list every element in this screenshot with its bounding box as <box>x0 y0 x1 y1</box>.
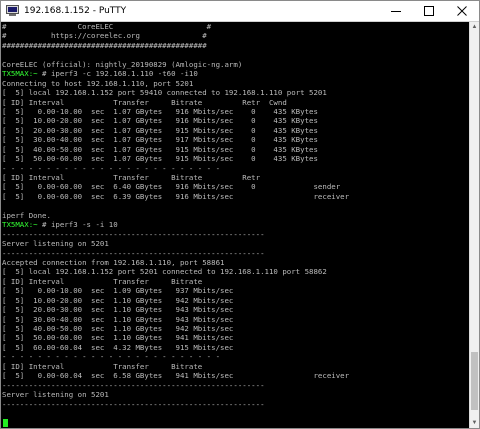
terminal-line-text: [ 5] 0.00-60.00 sec 6.40 GBytes 916 Mbit… <box>2 182 341 192</box>
terminal-line: [ ID] Interval Transfer Bitrate <box>2 362 349 371</box>
text-cursor <box>3 419 8 427</box>
terminal-line: ----------------------------------------… <box>2 230 349 239</box>
terminal-line: [ 5] 50.00-60.00 sec 1.10 GBytes 941 Mbi… <box>2 333 349 342</box>
terminal-line: [ 5] 0.00-60.00 sec 6.39 GBytes 916 Mbit… <box>2 192 349 201</box>
terminal-line: ----------------------------------------… <box>2 400 349 409</box>
scrollbar-thumb[interactable] <box>471 352 478 410</box>
terminal-line-text: Server listening on 5201 <box>2 239 109 249</box>
terminal-line-text: ########################################… <box>2 40 207 50</box>
terminal-line: Connecting to host 192.168.1.110, port 5… <box>2 79 349 88</box>
terminal-line: [ 5] 10.00-20.00 sec 1.10 GBytes 942 Mbi… <box>2 296 349 305</box>
terminal-line: ----------------------------------------… <box>2 381 349 390</box>
terminal-line-text: [ 5] 0.00-60.00 sec 6.39 GBytes 916 Mbit… <box>2 191 350 201</box>
terminal-line: - - - - - - - - - - - - - - - - - - - - … <box>2 164 349 173</box>
maximize-button[interactable] <box>414 1 444 21</box>
terminal-line-text: # CoreELEC # <box>2 22 212 31</box>
terminal-line: [ 5] local 192.168.1.152 port 59410 conn… <box>2 88 349 97</box>
window-title: 192.168.1.152 - PuTTY <box>24 6 127 16</box>
terminal-line: [ 5] 40.00-50.00 sec 1.07 GBytes 915 Mbi… <box>2 145 349 154</box>
terminal-line-text: - - - - - - - - - - - - - - - - - - - - … <box>2 352 221 362</box>
terminal-line-text: [ 5] 0.00-10.00 sec 1.07 GBytes 916 Mbit… <box>2 106 318 116</box>
terminal-line-text: ----------------------------------------… <box>2 399 265 409</box>
terminal-line-text: [ 5] 10.00-20.00 sec 1.10 GBytes 942 Mbi… <box>2 295 234 305</box>
terminal-line-text: Accepted connection from 192.168.1.110, … <box>2 257 225 267</box>
terminal-line-text: [ 5] local 192.168.1.152 port 5201 conne… <box>2 267 327 277</box>
terminal-line-text: # iperf3 -c 192.168.1.110 -t60 -i10 <box>37 69 198 79</box>
vertical-scrollbar[interactable]: ▲ ▼ <box>469 22 479 428</box>
putty-terminal-icon[interactable] <box>6 5 19 16</box>
close-icon <box>457 6 467 16</box>
terminal-line: [ 5] 40.00-50.00 sec 1.10 GBytes 942 Mbi… <box>2 324 349 333</box>
terminal-line-text: [ ID] Interval Transfer Bitrate Retr <box>2 173 261 182</box>
terminal-line: # https://coreelec.org # <box>2 31 349 40</box>
terminal-line-text: [ ID] Interval Transfer Bitrate Retr Cwn… <box>2 97 287 107</box>
minimize-button[interactable] <box>381 1 411 21</box>
terminal-line: [ 5] 20.00-30.00 sec 1.07 GBytes 915 Mbi… <box>2 126 349 135</box>
terminal-line: Accepted connection from 192.168.1.110, … <box>2 258 349 267</box>
terminal-line: [ 5] 30.00-40.00 sec 1.07 GBytes 917 Mbi… <box>2 135 349 144</box>
terminal-line-text: [ 5] 20.00-30.00 sec 1.10 GBytes 943 Mbi… <box>2 305 234 315</box>
terminal-line-text: # https://coreelec.org # <box>2 31 207 41</box>
terminal-line: [ 5] 10.00-20.00 sec 1.07 GBytes 916 Mbi… <box>2 116 349 125</box>
terminal-line-text: [ 5] local 192.168.1.152 port 59410 conn… <box>2 88 327 98</box>
title-bar[interactable]: 192.168.1.152 - PuTTY <box>1 1 479 22</box>
terminal-output[interactable]: # CoreELEC # # https://coreelec.org # ####… <box>1 22 469 428</box>
terminal-line: CoreELEC (official): nightly_20190829 (A… <box>2 60 349 69</box>
terminal-line-text: [ 5] 20.00-30.00 sec 1.07 GBytes 915 Mbi… <box>2 125 318 135</box>
terminal-line: # CoreELEC # <box>2 22 349 31</box>
terminal-line: [ 5] 0.00-10.00 sec 1.09 GBytes 937 Mbit… <box>2 286 349 295</box>
terminal-line: [ 5] 0.00-60.04 sec 6.58 GBytes 941 Mbit… <box>2 371 349 380</box>
shell-prompt: TX5MAX:~ <box>2 220 38 230</box>
terminal-line-text: [ ID] Interval Transfer Bitrate <box>2 361 203 371</box>
terminal-line-text: ----------------------------------------… <box>2 229 265 239</box>
close-button[interactable] <box>447 1 477 21</box>
terminal-line: - - - - - - - - - - - - - - - - - - - - … <box>2 352 349 361</box>
terminal-line-text: ----------------------------------------… <box>2 248 265 258</box>
terminal-line: [ ID] Interval Transfer Bitrate Retr Cwn… <box>2 98 349 107</box>
scroll-up-icon[interactable]: ▲ <box>470 22 479 32</box>
terminal-line: TX5MAX:~ # iperf3 -s -i 10 <box>2 220 349 229</box>
terminal-line-text: # iperf3 -s -i 10 <box>37 220 118 230</box>
terminal-line: [ 5] 50.00-60.00 sec 1.07 GBytes 915 Mbi… <box>2 154 349 163</box>
terminal-line-text: CoreELEC (official): nightly_20190829 (A… <box>2 59 243 69</box>
terminal-line: [ ID] Interval Transfer Bitrate Retr <box>2 173 349 182</box>
terminal-line: [ 5] 60.00-60.04 sec 4.32 MBytes 915 Mbi… <box>2 343 349 352</box>
terminal-line-text: [ 5] 40.00-50.00 sec 1.10 GBytes 942 Mbi… <box>2 324 234 333</box>
terminal-line-text: [ 5] 0.00-10.00 sec 1.09 GBytes 937 Mbit… <box>2 286 234 296</box>
terminal-line-text: [ 5] 50.00-60.00 sec 1.07 GBytes 915 Mbi… <box>2 154 318 164</box>
terminal-line: ----------------------------------------… <box>2 249 349 258</box>
terminal-line: [ 5] 0.00-10.00 sec 1.07 GBytes 916 Mbit… <box>2 107 349 116</box>
terminal-line-text: [ 5] 10.00-20.00 sec 1.07 GBytes 916 Mbi… <box>2 116 318 126</box>
scroll-down-icon[interactable]: ▼ <box>470 418 479 428</box>
terminal-line: [ ID] Interval Transfer Bitrate <box>2 277 349 286</box>
terminal-line: TX5MAX:~ # iperf3 -c 192.168.1.110 -t60 … <box>2 69 349 78</box>
minimize-icon <box>391 11 401 12</box>
terminal-line-text: [ 5] 50.00-60.00 sec 1.10 GBytes 941 Mbi… <box>2 333 234 343</box>
terminal-line: [ 5] 0.00-60.00 sec 6.40 GBytes 916 Mbit… <box>2 182 349 191</box>
terminal-line-text: [ 5] 30.00-40.00 sec 1.07 GBytes 917 Mbi… <box>2 135 318 145</box>
terminal-line: [ 5] local 192.168.1.152 port 5201 conne… <box>2 267 349 276</box>
terminal-line: iperf Done. <box>2 211 349 220</box>
terminal-line-text: Server listening on 5201 <box>2 390 109 400</box>
putty-window: 192.168.1.152 - PuTTY # CoreELEC # # http… <box>0 0 480 429</box>
terminal-line: [ 5] 30.00-40.00 sec 1.10 GBytes 943 Mbi… <box>2 315 349 324</box>
terminal-line-text: iperf Done. <box>2 210 51 220</box>
terminal-line: Server listening on 5201 <box>2 390 349 399</box>
terminal-line-text: Connecting to host 192.168.1.110, port 5… <box>2 78 194 88</box>
terminal-line-text: [ 5] 60.00-60.04 sec 4.32 MBytes 915 Mbi… <box>2 342 234 352</box>
maximize-icon <box>424 6 434 16</box>
terminal-line-text: [ ID] Interval Transfer Bitrate <box>2 276 203 286</box>
terminal-line-text: [ 5] 40.00-50.00 sec 1.07 GBytes 915 Mbi… <box>2 144 318 154</box>
shell-prompt: TX5MAX:~ <box>2 69 38 79</box>
terminal-line-text: - - - - - - - - - - - - - - - - - - - - … <box>2 163 221 173</box>
terminal-line-text: ----------------------------------------… <box>2 380 265 390</box>
terminal-line-text: [ 5] 0.00-60.04 sec 6.58 GBytes 941 Mbit… <box>2 371 350 381</box>
terminal-line-text: [ 5] 30.00-40.00 sec 1.10 GBytes 943 Mbi… <box>2 314 234 324</box>
terminal-lines: # CoreELEC # # https://coreelec.org # ####… <box>2 22 349 409</box>
terminal-line: Server listening on 5201 <box>2 239 349 248</box>
terminal-line: [ 5] 20.00-30.00 sec 1.10 GBytes 943 Mbi… <box>2 305 349 314</box>
terminal-line: ########################################… <box>2 41 349 50</box>
